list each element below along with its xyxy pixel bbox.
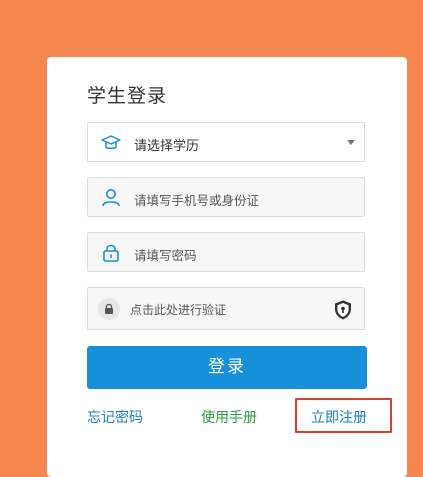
shield-icon	[333, 299, 353, 321]
verification-captcha[interactable]: 点击此处进行验证	[87, 287, 365, 330]
chevron-down-icon	[347, 140, 355, 145]
password-input[interactable]: 请填写密码	[87, 232, 365, 272]
education-select-value: 请选择学历	[134, 139, 200, 154]
login-card: 学生登录 请选择学历 请填写手机号或身份证 请填写密码 点击此处进行验证 登录 …	[47, 57, 407, 477]
register-highlight-box	[295, 398, 392, 433]
graduation-cap-icon	[100, 132, 122, 154]
page-title: 学生登录	[87, 85, 168, 107]
lock-icon	[100, 242, 122, 264]
user-manual-link[interactable]: 使用手册	[201, 407, 257, 427]
password-input-placeholder: 请填写密码	[134, 248, 197, 263]
education-select[interactable]: 请选择学历	[87, 122, 365, 162]
account-input[interactable]: 请填写手机号或身份证	[87, 177, 365, 217]
account-input-placeholder: 请填写手机号或身份证	[134, 193, 260, 208]
verification-label: 点击此处进行验证	[130, 303, 227, 317]
forgot-password-link[interactable]: 忘记密码	[87, 407, 143, 427]
login-button[interactable]: 登录	[87, 346, 367, 389]
lock-icon	[98, 298, 120, 320]
user-icon	[100, 187, 122, 209]
